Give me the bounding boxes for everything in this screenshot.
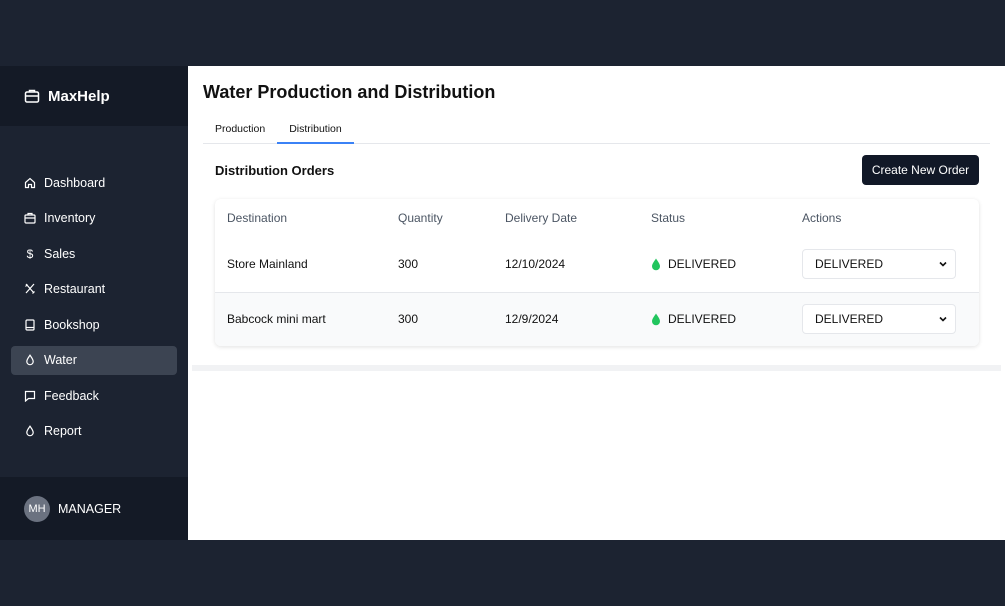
destination-cell: Babcock mini mart (227, 312, 326, 327)
user-role: MANAGER (58, 501, 122, 516)
droplet-icon (24, 425, 36, 437)
message-icon (24, 390, 36, 402)
sidebar-item-label: Dashboard (44, 175, 106, 190)
sidebar-item-label: Inventory (44, 211, 96, 226)
sidebar-item-label: Feedback (44, 388, 99, 403)
dollar-icon: $ (26, 246, 34, 261)
app-frame: MaxHelp Dashboard Inventory $ Sales Rest… (0, 66, 1005, 540)
sidebar-item-label: Sales (44, 246, 76, 261)
tab-production[interactable]: Production (203, 116, 277, 144)
sidebar: MaxHelp Dashboard Inventory $ Sales Rest… (0, 66, 188, 540)
tab-bar: Production Distribution (203, 116, 990, 144)
home-icon (24, 177, 36, 189)
tab-distribution[interactable]: Distribution (277, 116, 354, 144)
sidebar-item-label: Bookshop (44, 317, 100, 332)
avatar: MH (24, 495, 50, 522)
table-header: Destination Quantity Delivery Date Statu… (215, 199, 979, 237)
status-badge: DELIVERED (668, 257, 737, 272)
status-select-value: DELIVERED (815, 312, 884, 327)
droplet-icon (651, 313, 661, 326)
status-select-value: DELIVERED (815, 257, 884, 272)
table-row: Babcock mini mart 300 12/9/2024 DELIVERE… (215, 291, 979, 346)
column-header: Destination (227, 211, 288, 225)
table-row: Store Mainland 300 12/10/2024 DELIVERED … (215, 237, 979, 292)
quantity-cell: 300 (398, 312, 419, 327)
actions-cell: DELIVERED (802, 304, 979, 335)
create-new-order-button[interactable]: Create New Order (862, 155, 979, 185)
destination-cell: Store Mainland (227, 257, 308, 272)
column-header: Status (651, 211, 686, 225)
sidebar-item-label: Report (44, 424, 82, 439)
status-cell: DELIVERED (651, 312, 802, 326)
sidebar-item-sales[interactable]: $ Sales (11, 239, 177, 269)
sidebar-item-inventory[interactable]: Inventory (11, 204, 177, 234)
chevron-down-icon (939, 260, 947, 268)
briefcase-icon (24, 88, 40, 104)
column-header: Actions (802, 211, 842, 225)
status-select[interactable]: DELIVERED (802, 304, 956, 335)
sidebar-item-feedback[interactable]: Feedback (11, 381, 177, 411)
sidebar-item-restaurant[interactable]: Restaurant (11, 275, 177, 305)
droplet-icon (24, 354, 36, 366)
box-icon (24, 212, 36, 224)
brand-name: MaxHelp (48, 87, 110, 105)
date-cell: 12/10/2024 (505, 257, 566, 272)
sidebar-item-report[interactable]: Report (11, 417, 177, 447)
water-panel: Water Production and Distribution Produc… (192, 66, 1001, 371)
sidebar-item-label: Water (44, 353, 77, 368)
sidebar-item-label: Restaurant (44, 282, 106, 297)
status-select[interactable]: DELIVERED (802, 249, 956, 280)
book-icon (24, 319, 36, 331)
page-title: Water Production and Distribution (203, 82, 496, 102)
actions-cell: DELIVERED (802, 249, 979, 280)
main-content: Water Production and Distribution Produc… (188, 66, 1005, 540)
date-cell: 12/9/2024 (505, 312, 559, 327)
sidebar-item-water[interactable]: Water (11, 345, 177, 375)
user-profile[interactable]: MH MANAGER (0, 477, 188, 540)
column-header: Delivery Date (505, 211, 578, 225)
brand[interactable]: MaxHelp (0, 66, 188, 126)
section-title: Distribution Orders (215, 163, 335, 178)
sidebar-item-bookshop[interactable]: Bookshop (11, 310, 177, 340)
utensils-icon (24, 283, 36, 295)
status-cell: DELIVERED (651, 257, 802, 271)
sidebar-nav: Dashboard Inventory $ Sales Restaurant B… (0, 168, 188, 446)
status-badge: DELIVERED (668, 312, 737, 327)
orders-table: Destination Quantity Delivery Date Statu… (215, 199, 979, 346)
column-header: Quantity (398, 211, 443, 225)
sidebar-item-dashboard[interactable]: Dashboard (11, 168, 177, 198)
chevron-down-icon (939, 315, 947, 323)
droplet-icon (651, 258, 661, 271)
quantity-cell: 300 (398, 257, 419, 272)
